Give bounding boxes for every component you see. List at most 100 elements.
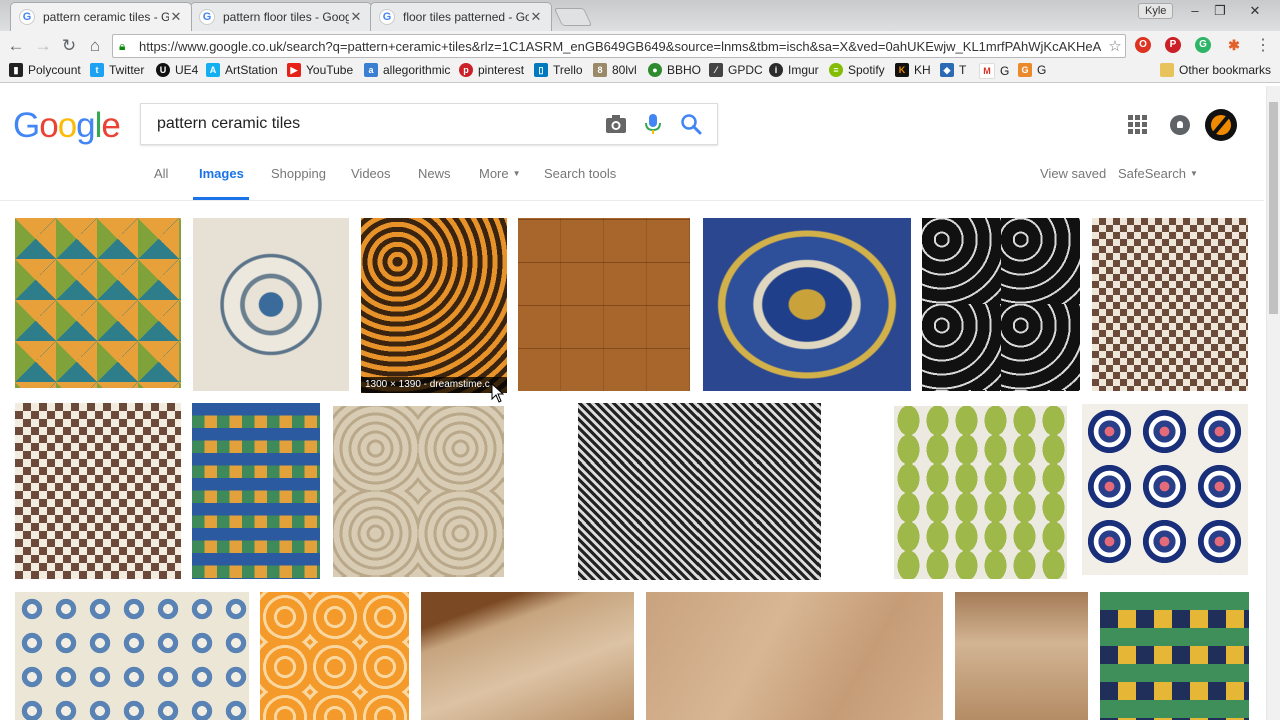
pinterest-extension-icon[interactable]: P: [1165, 37, 1181, 53]
forward-arrow-icon[interactable]: →: [32, 35, 54, 57]
microphone-icon[interactable]: [644, 113, 662, 135]
address-bar[interactable]: 🔒︎ https://www.google.co.uk/search?q=pat…: [112, 34, 1126, 58]
bookmark-artstation[interactable]: A ArtStation: [206, 63, 278, 77]
tab-shopping[interactable]: Shopping: [271, 166, 326, 181]
image-result[interactable]: [421, 592, 634, 720]
tab-videos[interactable]: Videos: [351, 166, 391, 181]
lock-icon: 🔒︎: [119, 38, 126, 53]
bookmark-spotify[interactable]: ≡ Spotify: [829, 63, 885, 77]
home-icon[interactable]: ⌂: [84, 35, 106, 57]
bookmark-ue4[interactable]: U UE4: [156, 63, 198, 77]
image-result[interactable]: [193, 218, 349, 391]
bookmarks-bar: ▮ Polycount t Twitter U UE4 A ArtStation ▶ Yo…: [0, 61, 1280, 83]
notifications-bell-icon[interactable]: [1170, 115, 1190, 135]
image-result[interactable]: [1082, 404, 1248, 575]
chrome-menu-icon[interactable]: ⋮: [1252, 35, 1274, 57]
image-result[interactable]: [260, 592, 409, 720]
account-avatar[interactable]: [1205, 109, 1237, 141]
scrollbar-thumb[interactable]: [1269, 102, 1278, 314]
bookmark-label: pinterest: [478, 63, 525, 77]
bookmark-t[interactable]: ◆ T: [940, 63, 966, 77]
image-result[interactable]: [518, 218, 690, 391]
bookmark-label: allegorithmic: [383, 63, 451, 77]
image-result[interactable]: [192, 403, 320, 579]
80lvl-icon: 8: [593, 63, 607, 77]
image-result[interactable]: [703, 218, 911, 391]
image-result[interactable]: [333, 406, 504, 577]
trello-icon: ▯: [534, 63, 548, 77]
image-result[interactable]: [578, 403, 821, 580]
other-bookmarks[interactable]: Other bookmarks: [1160, 63, 1271, 77]
tab-images[interactable]: Images: [199, 166, 244, 181]
logo-letter: e: [101, 106, 120, 145]
image-result[interactable]: [894, 406, 1067, 579]
tab-pattern-ceramic-tiles[interactable]: G pattern ceramic tiles - Go ✕: [10, 2, 192, 31]
folder-icon: [1160, 63, 1174, 77]
bookmark-80lvl[interactable]: 8 80lvl: [593, 63, 637, 77]
tab-all[interactable]: All: [154, 166, 168, 181]
imgur-icon: i: [769, 63, 783, 77]
profile-button[interactable]: Kyle: [1138, 3, 1174, 19]
page-scrollbar[interactable]: [1266, 86, 1280, 720]
tab-more[interactable]: More ▼: [479, 166, 521, 181]
bookmark-allegorithmic[interactable]: a allegorithmic: [364, 63, 450, 77]
image-result[interactable]: 1300 × 1390 - dreamstime.c: [361, 218, 507, 393]
search-input[interactable]: [155, 114, 579, 134]
url-text[interactable]: https://www.google.co.uk/search?q=patter…: [139, 39, 1105, 54]
new-tab-button[interactable]: [553, 8, 593, 26]
bookmark-gpdc[interactable]: ⁄ GPDC: [709, 63, 763, 77]
opera-extension-icon[interactable]: O: [1135, 37, 1151, 53]
safesearch-menu[interactable]: SafeSearch ▼: [1118, 166, 1198, 181]
close-tab-icon[interactable]: ✕: [529, 9, 543, 25]
view-saved-link[interactable]: View saved: [1040, 166, 1106, 181]
close-window-icon[interactable]: ✕: [1244, 2, 1266, 20]
browser-toolbar: ← → ↻ ⌂ 🔒︎ https://www.google.co.uk/sear…: [0, 31, 1280, 61]
image-result[interactable]: [1100, 592, 1249, 720]
bookmark-twitter[interactable]: t Twitter: [90, 63, 144, 77]
bookmark-label: Polycount: [28, 63, 81, 77]
tab-news[interactable]: News: [418, 166, 451, 181]
camera-icon[interactable]: [605, 114, 627, 134]
bookmark-youtube[interactable]: ▶ YouTube: [287, 63, 353, 77]
bookmark-label: ArtStation: [225, 63, 278, 77]
tab-pattern-floor-tiles[interactable]: G pattern floor tiles - Goog ✕: [190, 2, 372, 31]
google-logo[interactable]: Google: [13, 106, 121, 146]
image-result[interactable]: [15, 592, 249, 720]
image-result[interactable]: [15, 218, 181, 388]
extension-icon[interactable]: ✱: [1226, 37, 1242, 53]
apps-grid-icon[interactable]: [1128, 115, 1147, 134]
back-arrow-icon[interactable]: ←: [5, 35, 27, 57]
image-result[interactable]: [922, 218, 1080, 391]
image-result[interactable]: [1092, 218, 1248, 391]
bookmark-trello[interactable]: ▯ Trello: [534, 63, 583, 77]
bookmark-imgur[interactable]: i Imgur: [769, 63, 819, 77]
bookmark-pinterest[interactable]: p pinterest: [459, 63, 524, 77]
search-icon[interactable]: [680, 113, 702, 135]
bookmark-g[interactable]: GG: [1018, 63, 1046, 77]
image-result[interactable]: [15, 403, 181, 579]
close-tab-icon[interactable]: ✕: [169, 9, 183, 25]
search-tools-button[interactable]: Search tools: [544, 166, 616, 181]
allegorithmic-icon: a: [364, 63, 378, 77]
image-result[interactable]: [646, 592, 943, 720]
gpdc-icon: ⁄: [709, 63, 723, 77]
bookmark-kh[interactable]: K KH: [895, 63, 931, 77]
close-tab-icon[interactable]: ✕: [349, 9, 363, 25]
bookmark-bbho[interactable]: ● BBHO: [648, 63, 701, 77]
chevron-down-icon: ▼: [1189, 169, 1198, 178]
maximize-icon[interactable]: ❐: [1209, 2, 1231, 20]
minimize-icon[interactable]: ‒: [1184, 2, 1206, 20]
bookmark-label: Spotify: [848, 63, 885, 77]
bookmark-gmail[interactable]: MG: [979, 63, 1009, 79]
bookmark-star-icon[interactable]: ☆: [1105, 37, 1125, 55]
tab-strip: G pattern ceramic tiles - Go ✕ G pattern…: [0, 0, 1280, 31]
bookmark-polycount[interactable]: ▮ Polycount: [9, 63, 81, 77]
bookmark-label: T: [959, 63, 967, 77]
reload-icon[interactable]: ↻: [58, 35, 80, 57]
tab-floor-tiles-patterned[interactable]: G floor tiles patterned - Go ✕: [370, 2, 552, 31]
tab-label: pattern ceramic tiles - Go: [43, 10, 169, 24]
logo-letter: o: [39, 106, 58, 145]
grammarly-extension-icon[interactable]: G: [1195, 37, 1211, 53]
image-result[interactable]: [955, 592, 1088, 720]
bookmark-label: G: [1000, 64, 1010, 78]
